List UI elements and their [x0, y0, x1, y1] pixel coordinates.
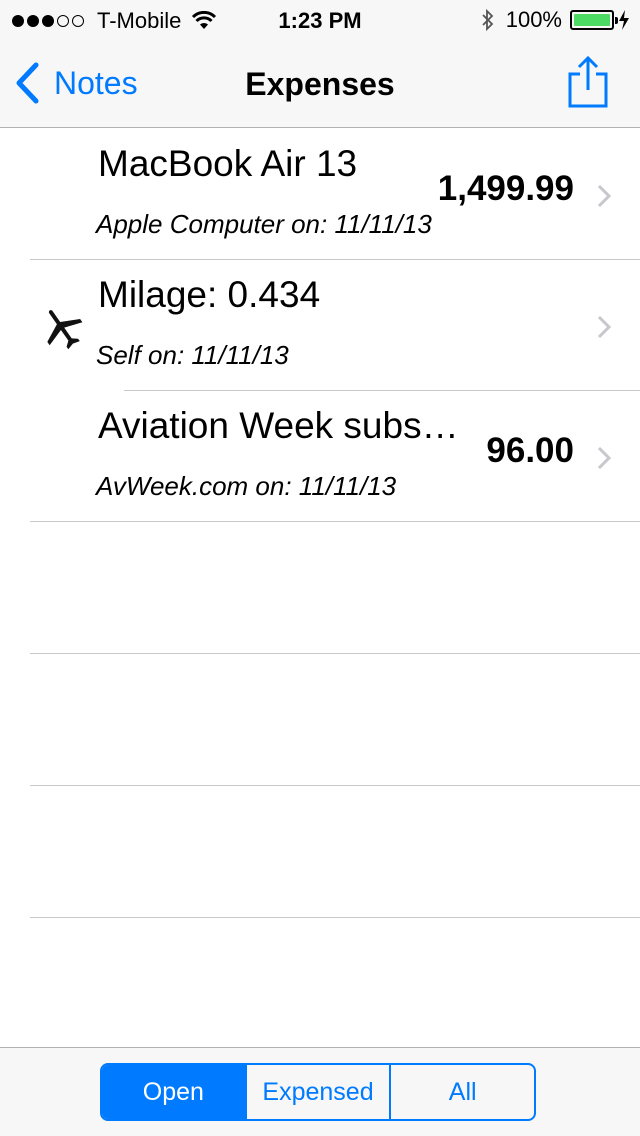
- bluetooth-icon: [482, 8, 493, 32]
- segment-expensed[interactable]: Expensed: [247, 1065, 392, 1119]
- empty-list-row: [30, 522, 640, 654]
- chevron-right-icon: [597, 315, 612, 339]
- share-icon[interactable]: [566, 54, 610, 110]
- expense-title: Aviation Week subs…: [98, 405, 459, 446]
- expense-amount: 1,499.99: [437, 169, 574, 208]
- filter-segmented-control: Open Expensed All: [100, 1063, 536, 1121]
- empty-list-row: [30, 654, 640, 786]
- charging-bolt-icon: [619, 10, 629, 30]
- battery-percentage: 100%: [505, 7, 562, 32]
- bottom-toolbar: Open Expensed All: [0, 1047, 640, 1136]
- expense-title: MacBook Air 13: [98, 143, 358, 184]
- airplane-icon: [47, 310, 83, 350]
- chevron-right-icon: [597, 184, 612, 208]
- battery-icon: [570, 10, 618, 30]
- expense-list: MacBook Air 13 1,499.99 Apple Computer o…: [0, 129, 640, 918]
- list-item[interactable]: Milage: 0.434 Self on: 11/11/13: [30, 260, 640, 391]
- expense-subtitle: AvWeek.com on: 11/11/13: [96, 471, 397, 501]
- list-item[interactable]: Aviation Week subs… 96.00 AvWeek.com on:…: [30, 391, 640, 522]
- segment-open[interactable]: Open: [102, 1065, 247, 1119]
- page-title: Expenses: [245, 66, 395, 102]
- empty-list-row: [30, 786, 640, 918]
- top-bar: T-Mobile 1:23 PM 100% Notes Expenses: [0, 0, 640, 128]
- expense-subtitle: Self on: 11/11/13: [96, 340, 289, 370]
- expense-amount: 96.00: [486, 431, 574, 470]
- status-bar: T-Mobile 1:23 PM 100%: [0, 0, 640, 40]
- expense-title: Milage: 0.434: [98, 274, 321, 315]
- navigation-bar: Notes Expenses: [0, 40, 640, 128]
- list-item[interactable]: MacBook Air 13 1,499.99 Apple Computer o…: [30, 129, 640, 260]
- segment-all[interactable]: All: [391, 1065, 534, 1119]
- chevron-right-icon: [597, 446, 612, 470]
- expense-subtitle: Apple Computer on: 11/11/13: [96, 209, 432, 239]
